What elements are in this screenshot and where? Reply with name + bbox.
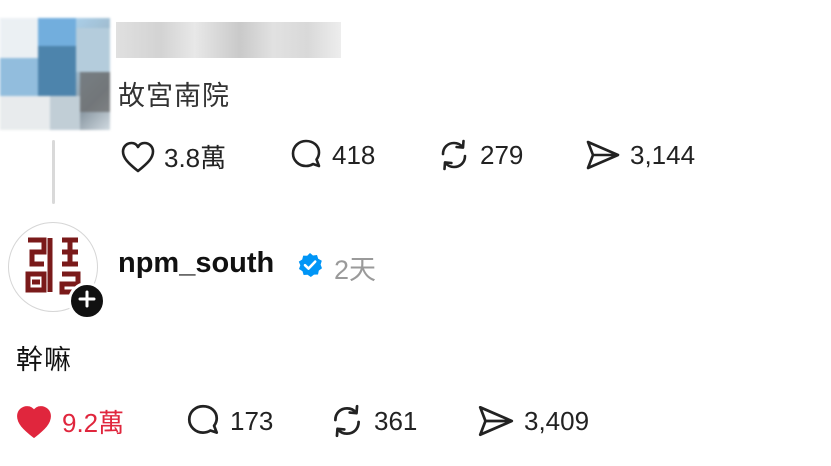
blurred-avatar[interactable] [0,18,110,130]
post-text: 幹嘛 [16,345,72,375]
share-button[interactable]: 3,409 [476,403,589,439]
verified-badge-icon [297,252,323,283]
heart-icon [14,404,54,440]
share-icon [584,138,622,172]
like-count: 3.8萬 [164,143,227,173]
like-button[interactable]: 3.8萬 [120,138,226,175]
share-count: 3,409 [524,405,590,436]
share-count: 3,144 [630,139,696,170]
like-button[interactable]: 9.2萬 [14,403,124,440]
heart-icon [120,140,156,174]
reply-count: 173 [230,405,274,436]
username[interactable]: npm_south [118,247,274,280]
reply-button[interactable]: 418 [288,138,375,172]
reply-count: 418 [332,139,376,170]
share-icon [476,403,516,439]
comment-icon [288,138,324,172]
repost-button[interactable]: 279 [436,138,523,172]
thread-line [52,140,55,204]
blurred-username[interactable] [116,22,341,58]
post-text: 故宮南院 [118,81,230,111]
repost-count: 279 [480,139,524,170]
repost-count: 361 [374,405,418,436]
share-button[interactable]: 3,144 [584,138,695,172]
repost-button[interactable]: 361 [328,403,417,439]
like-count: 9.2萬 [62,408,125,438]
repost-icon [328,403,366,439]
comment-icon [184,403,222,439]
post-time: 2天 [334,255,377,285]
reply-button[interactable]: 173 [184,403,273,439]
repost-icon [436,138,472,172]
follow-button[interactable] [68,282,106,320]
plus-icon [78,290,96,313]
